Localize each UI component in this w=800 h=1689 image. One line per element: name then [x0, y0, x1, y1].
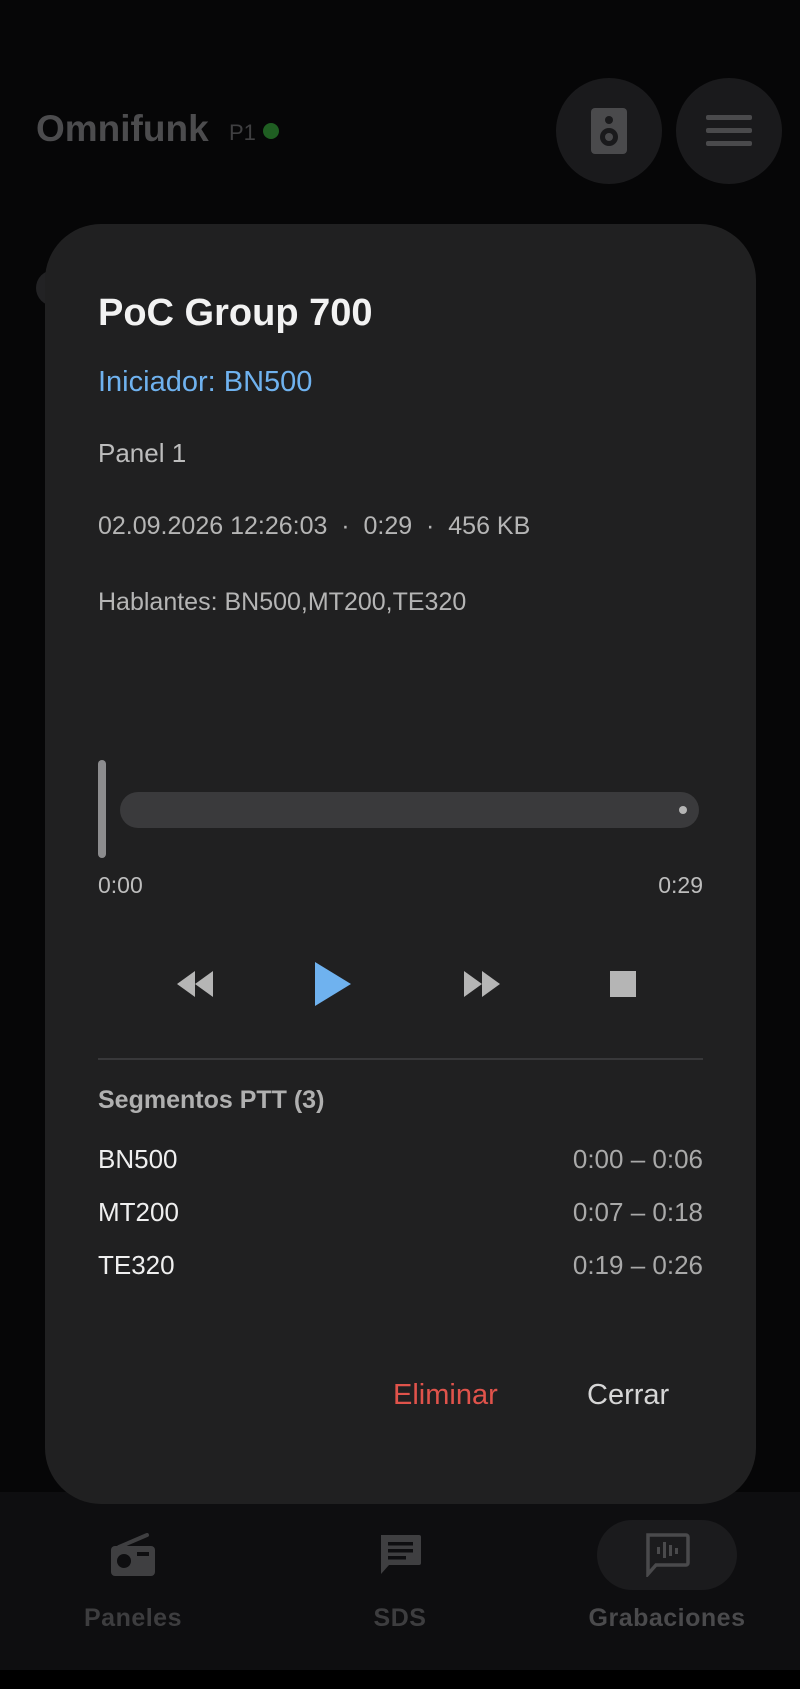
segment-time-range: 0:07 – 0:18: [572, 1197, 703, 1227]
speakers-label: Hablantes: BN500,MT200,TE320: [98, 588, 467, 616]
close-button[interactable]: Cerrar: [587, 1379, 669, 1412]
nav-label: Paneles: [83, 1604, 182, 1632]
seek-bar[interactable]: [120, 792, 699, 828]
fast-forward-icon: [464, 971, 500, 997]
speaker-button[interactable]: [556, 78, 662, 184]
delete-button[interactable]: Eliminar: [393, 1379, 498, 1412]
duration-time: 0:29: [658, 872, 703, 898]
current-time: 0:00: [98, 872, 143, 898]
recording-metadata: 02.09.2026 12:26:03 · 0:29 · 456 KB: [98, 512, 531, 540]
nav-item-sds[interactable]: SDS: [267, 1492, 533, 1670]
speaker-icon: [591, 108, 627, 154]
play-button[interactable]: [298, 949, 368, 1019]
rewind-icon: [177, 971, 213, 997]
play-icon: [315, 962, 351, 1006]
nav-item-paneles[interactable]: Paneles: [0, 1492, 266, 1670]
stop-icon: [610, 971, 636, 997]
nav-label: SDS: [373, 1604, 427, 1632]
seek-bar-end-marker: [679, 806, 687, 814]
segment-time-range: 0:00 – 0:06: [572, 1144, 703, 1174]
stop-button[interactable]: [588, 949, 658, 1019]
segment-time-range: 0:19 – 0:26: [572, 1250, 703, 1280]
panel-badge: P1: [229, 120, 256, 145]
menu-button[interactable]: [676, 78, 782, 184]
divider: [98, 1058, 703, 1060]
bottom-navigation: Paneles SDS Grabaciones: [0, 1492, 800, 1670]
segments-heading: Segmentos PTT (3): [98, 1086, 325, 1114]
segment-speaker: MT200: [98, 1197, 179, 1227]
radio-icon: [111, 1533, 155, 1576]
dialog-title: PoC Group 700: [98, 292, 373, 334]
app-title: Omnifunk: [36, 108, 209, 149]
fast-forward-button[interactable]: [447, 949, 517, 1019]
nav-item-grabaciones[interactable]: Grabaciones: [534, 1492, 800, 1670]
hamburger-menu-icon: [706, 115, 752, 146]
connection-status-dot: [263, 123, 279, 139]
segment-speaker: TE320: [98, 1250, 175, 1280]
system-navigation-bar: [0, 1670, 800, 1689]
panel-label: Panel 1: [98, 438, 187, 468]
nav-label: Grabaciones: [588, 1604, 746, 1632]
rewind-button[interactable]: [160, 949, 230, 1019]
segment-row[interactable]: MT200 0:07 – 0:18: [98, 1197, 703, 1233]
recording-detail-dialog: PoC Group 700 Iniciador: BN500 Panel 1 0…: [45, 224, 756, 1504]
segment-row[interactable]: TE320 0:19 – 0:26: [98, 1250, 703, 1286]
voice-recording-icon: [646, 1533, 690, 1577]
initiator-label: Iniciador: BN500: [98, 366, 313, 398]
seek-bar-thumb[interactable]: [98, 760, 106, 858]
app-header: Omnifunk P1: [0, 0, 800, 230]
segment-speaker: BN500: [98, 1144, 178, 1174]
segment-row[interactable]: BN500 0:00 – 0:06: [98, 1144, 703, 1180]
message-icon: [381, 1535, 421, 1574]
